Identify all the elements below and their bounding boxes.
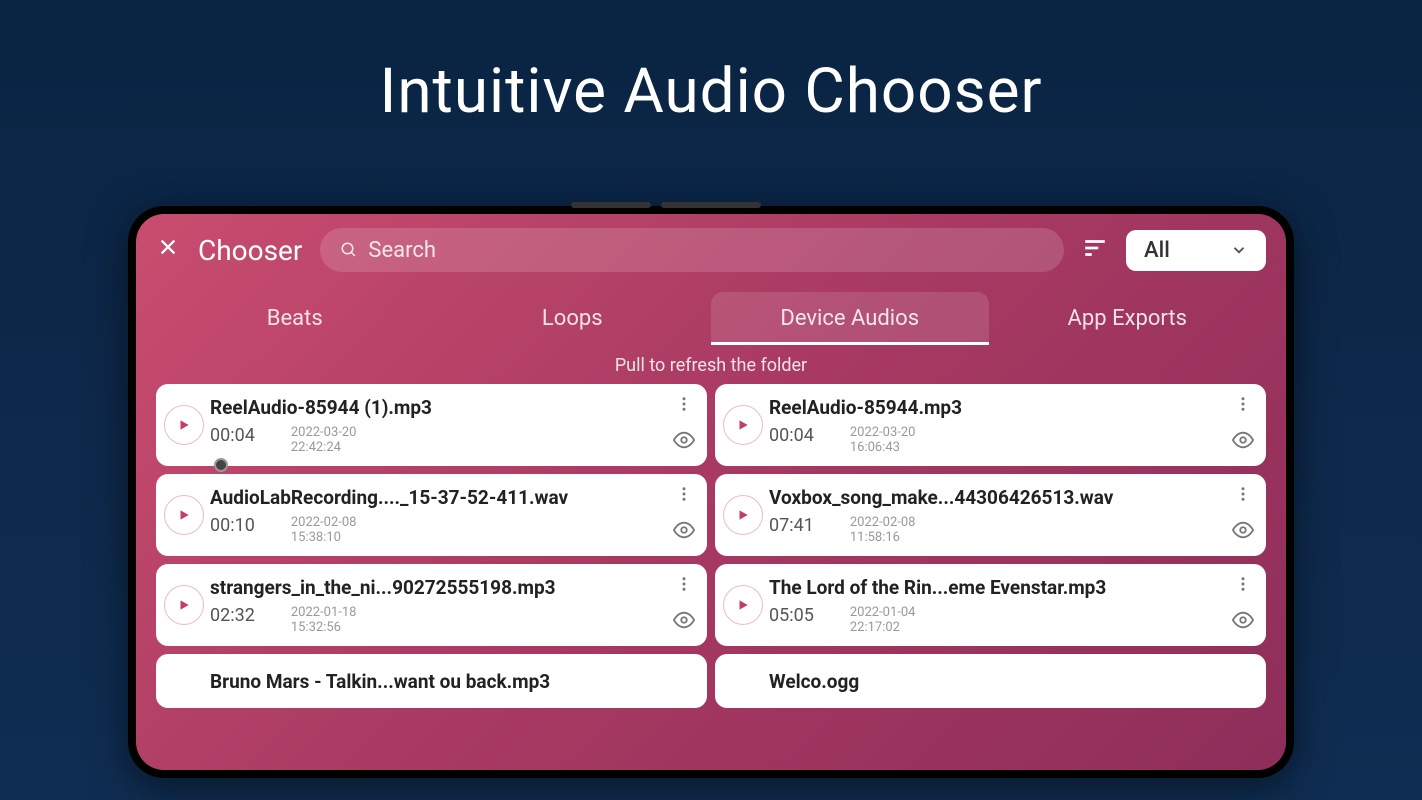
audio-filename: strangers_in_the_ni...90272555198.mp3 [210,576,667,599]
search-placeholder: Search [368,238,436,263]
audio-duration: 00:04 [210,425,255,446]
search-icon [340,241,358,259]
play-button[interactable] [164,495,204,535]
audio-date-block: 2022-02-0811:58:16 [850,515,916,545]
audio-filename: ReelAudio-85944 (1).mp3 [210,396,667,419]
audio-grid: ReelAudio-85944 (1).mp300:042022-03-2022… [136,384,1286,726]
audio-card[interactable]: AudioLabRecording...._15-37-52-411.wav 00… [156,474,707,556]
device-frame: Chooser Search All BeatsLoopsDevice Audi… [128,206,1294,778]
dropdown-value: All [1144,238,1170,263]
filter-dropdown[interactable]: All [1126,230,1266,271]
audio-card[interactable]: Bruno Mars - Talkin...want ou back.mp3 [156,654,707,708]
play-icon [736,418,750,432]
tab-device-audios[interactable]: Device Audios [711,292,989,345]
audio-card[interactable]: ReelAudio-85944 (1).mp3 00:04 2022-03-2022… [156,384,707,466]
audio-card[interactable]: The Lord of the Rin...eme Evenstar.mp3 05… [715,564,1266,646]
play-icon [177,508,191,522]
eye-icon[interactable] [673,609,695,635]
play-button[interactable] [164,585,204,625]
close-icon[interactable] [156,236,180,264]
audio-time: 15:38:10 [291,530,357,545]
device-notch [571,202,651,208]
audio-time: 22:17:02 [850,620,916,635]
play-icon [177,418,191,432]
sort-icon[interactable] [1082,235,1108,265]
audio-date: 2022-01-18 [291,605,357,620]
device-notch [661,202,761,208]
play-button[interactable] [164,405,204,445]
audio-card[interactable]: Voxbox_song_make...44306426513.wav 07:41 2… [715,474,1266,556]
screen-title: Chooser [198,234,302,267]
audio-date-block: 2022-03-2016:06:43 [850,425,916,455]
audio-card[interactable]: strangers_in_the_ni...90272555198.mp3 02:… [156,564,707,646]
play-icon [736,598,750,612]
audio-duration: 00:04 [769,425,814,446]
tab-beats[interactable]: Beats [156,292,434,345]
pull-to-refresh-text: Pull to refresh the folder [136,345,1286,384]
audio-filename: Voxbox_song_make...44306426513.wav [769,486,1226,509]
audio-duration: 07:41 [769,515,814,536]
audio-card[interactable]: ReelAudio-85944.mp3 00:04 2022-03-2016:06:… [715,384,1266,466]
more-icon[interactable] [1234,485,1252,507]
audio-filename: AudioLabRecording...._15-37-52-411.wav [210,486,667,509]
tabs: BeatsLoopsDevice AudiosApp Exports [156,292,1266,345]
audio-time: 15:32:56 [291,620,357,635]
more-icon[interactable] [675,485,693,507]
audio-duration: 02:32 [210,605,255,626]
more-icon[interactable] [675,395,693,417]
eye-icon[interactable] [673,429,695,455]
search-input[interactable]: Search [320,228,1064,272]
more-icon[interactable] [1234,575,1252,597]
audio-time: 22:42:24 [291,440,357,455]
more-icon[interactable] [675,575,693,597]
play-button[interactable] [723,585,763,625]
audio-date: 2022-02-08 [291,515,357,530]
device-screen: Chooser Search All BeatsLoopsDevice Audi… [136,214,1286,770]
audio-date: 2022-03-20 [291,425,357,440]
more-icon[interactable] [1234,395,1252,417]
chevron-down-icon [1230,241,1248,259]
audio-filename: Welco.ogg [769,670,1254,693]
top-bar: Chooser Search All [136,214,1286,286]
tab-loops[interactable]: Loops [434,292,712,345]
audio-time: 11:58:16 [850,530,916,545]
audio-date: 2022-02-08 [850,515,916,530]
audio-date-block: 2022-01-0422:17:02 [850,605,916,635]
eye-icon[interactable] [673,519,695,545]
audio-duration: 00:10 [210,515,255,536]
play-icon [736,508,750,522]
audio-filename: ReelAudio-85944.mp3 [769,396,1226,419]
eye-icon[interactable] [1232,609,1254,635]
play-button[interactable] [723,495,763,535]
audio-date: 2022-01-04 [850,605,916,620]
play-icon [177,598,191,612]
audio-date-block: 2022-02-0815:38:10 [291,515,357,545]
page-heading: Intuitive Audio Chooser [0,0,1422,128]
audio-date: 2022-03-20 [850,425,916,440]
audio-date-block: 2022-03-2022:42:24 [291,425,357,455]
audio-card[interactable]: Welco.ogg [715,654,1266,708]
audio-duration: 05:05 [769,605,814,626]
eye-icon[interactable] [1232,519,1254,545]
play-button[interactable] [723,405,763,445]
audio-time: 16:06:43 [850,440,916,455]
audio-filename: Bruno Mars - Talkin...want ou back.mp3 [210,670,695,693]
eye-icon[interactable] [1232,429,1254,455]
audio-date-block: 2022-01-1815:32:56 [291,605,357,635]
tab-app-exports[interactable]: App Exports [989,292,1267,345]
audio-filename: The Lord of the Rin...eme Evenstar.mp3 [769,576,1226,599]
progress-indicator[interactable] [214,458,228,472]
